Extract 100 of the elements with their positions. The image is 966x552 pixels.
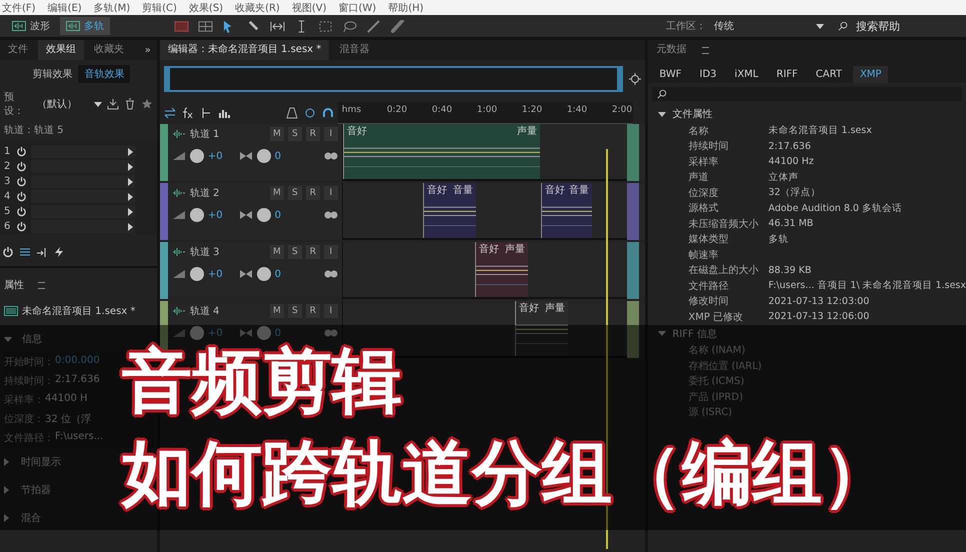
metronome-icon[interactable]: [286, 107, 298, 119]
audio-clip[interactable]: 音好 声量: [342, 124, 540, 179]
power-icon[interactable]: [16, 206, 27, 217]
send-icon[interactable]: [200, 107, 212, 119]
power-icon[interactable]: [16, 191, 27, 202]
time-ruler[interactable]: hms 0:20 0:40 1:00 1:20 1:40 2:00: [338, 102, 634, 124]
track-name[interactable]: 轨道 1: [190, 127, 220, 141]
pan-knob[interactable]: [256, 267, 271, 281]
view-tab[interactable]: 多轨: [60, 17, 110, 35]
audio-clip[interactable]: 音好 音量: [540, 183, 592, 238]
pan-value[interactable]: 0: [274, 268, 281, 280]
marquee-icon[interactable]: [318, 20, 333, 32]
power-icon[interactable]: [16, 146, 27, 157]
routing-icon[interactable]: [36, 246, 48, 258]
disclosure-triangle-icon[interactable]: [658, 112, 666, 116]
grid-icon[interactable]: [198, 20, 213, 32]
volume-value[interactable]: +0: [208, 210, 223, 220]
track-button[interactable]: R: [306, 304, 320, 318]
save-preset-icon[interactable]: [106, 98, 119, 110]
zoom-icon[interactable]: [629, 73, 642, 85]
metadata-value: 2021-07-13 12:03:00: [768, 296, 870, 307]
track-button[interactable]: S: [288, 304, 302, 318]
editor-tab[interactable]: 混音器: [331, 40, 378, 60]
track-button[interactable]: I: [324, 186, 338, 200]
volume-value[interactable]: +0: [208, 150, 223, 162]
property-value: 44100 H: [45, 393, 88, 406]
loop-icon[interactable]: [304, 107, 316, 119]
panel-menu-icon[interactable]: [702, 46, 710, 54]
menu-item[interactable]: 帮助(H): [388, 0, 424, 14]
volume-knob[interactable]: [190, 208, 204, 222]
panel-menu-icon[interactable]: [38, 282, 45, 288]
menu-item[interactable]: 文件(F): [2, 0, 36, 14]
metadata-tab[interactable]: RIFF: [769, 66, 805, 83]
track-name[interactable]: 轨道 3: [190, 245, 220, 259]
track-button[interactable]: S: [288, 127, 302, 141]
swap-arrows-icon[interactable]: [164, 107, 176, 119]
fx-icon[interactable]: [182, 107, 194, 119]
menu-item[interactable]: 编辑(E): [48, 0, 82, 14]
power-icon[interactable]: [16, 161, 27, 172]
track-button[interactable]: I: [324, 304, 338, 318]
track-button[interactable]: I: [324, 127, 338, 141]
power-icon[interactable]: [2, 246, 14, 258]
session-overview-bar[interactable]: [164, 66, 624, 92]
audio-clip[interactable]: 音好 声量: [474, 242, 528, 297]
lasso-icon[interactable]: [342, 20, 357, 32]
effect-tab[interactable]: 音轨效果: [78, 65, 130, 83]
track-button[interactable]: M: [270, 245, 284, 259]
volume-knob[interactable]: [190, 267, 204, 281]
view-tab[interactable]: 波形: [6, 17, 56, 35]
pan-value[interactable]: 0: [274, 150, 281, 162]
effect-tab[interactable]: 剪辑效果: [26, 65, 78, 83]
record-icon[interactable]: [174, 20, 189, 32]
track-button[interactable]: R: [306, 186, 320, 200]
volume-value[interactable]: +0: [208, 268, 223, 280]
track-button[interactable]: M: [270, 186, 284, 200]
editor-tab[interactable]: 编辑器：未命名混音项目 1.sesx *: [160, 40, 330, 60]
pan-value[interactable]: 0: [274, 210, 281, 220]
metadata-tab[interactable]: ID3: [692, 66, 724, 83]
track-button[interactable]: S: [288, 245, 302, 259]
menu-item[interactable]: 收藏夹(R): [235, 0, 280, 14]
metadata-search-field[interactable]: [652, 87, 962, 101]
preset-dropdown[interactable]: （默认）: [36, 97, 102, 111]
volume-icon: [172, 210, 186, 220]
panel-tab[interactable]: 文件: [0, 40, 36, 60]
track-button[interactable]: M: [270, 127, 284, 141]
power-icon[interactable]: [16, 176, 27, 187]
power-icon[interactable]: [16, 221, 27, 232]
track-button[interactable]: R: [306, 127, 320, 141]
audio-clip[interactable]: 音好 声量: [514, 301, 568, 356]
track-button[interactable]: M: [270, 304, 284, 318]
metadata-tab[interactable]: CART: [808, 66, 849, 83]
track-name[interactable]: 轨道 4: [190, 304, 220, 318]
pan-knob[interactable]: [256, 149, 271, 163]
slip-icon[interactable]: [270, 20, 285, 32]
menu-item[interactable]: 多轨(M): [94, 0, 130, 14]
panel-overflow-button[interactable]: »: [144, 44, 157, 56]
lightning-icon[interactable]: [53, 246, 65, 258]
panel-tab[interactable]: 效果组: [38, 40, 84, 60]
menu-item[interactable]: 剪辑(C): [142, 0, 177, 14]
track-button[interactable]: R: [306, 245, 320, 259]
menu-item[interactable]: 效果(S): [188, 0, 224, 14]
audio-clip[interactable]: 音好 音量: [422, 183, 476, 238]
trash-icon[interactable]: [124, 98, 136, 110]
eq-bars-icon[interactable]: [218, 107, 230, 119]
track-button[interactable]: I: [324, 245, 338, 259]
star-icon[interactable]: [140, 98, 153, 110]
menu-item[interactable]: 窗口(W): [338, 0, 376, 14]
menu-item[interactable]: 视图(V): [292, 0, 326, 14]
workspace-dropdown[interactable]: 传统: [710, 19, 828, 33]
track-name[interactable]: 轨道 2: [190, 186, 220, 200]
help-search-field[interactable]: 搜索帮助: [854, 18, 953, 34]
pan-knob[interactable]: [256, 208, 271, 222]
metadata-tab[interactable]: iXML: [728, 66, 766, 83]
metadata-tab[interactable]: BWF: [652, 66, 689, 83]
track-button[interactable]: S: [288, 186, 302, 200]
metadata-tab[interactable]: XMP: [852, 66, 888, 83]
snap-icon[interactable]: [322, 107, 334, 119]
list-icon[interactable]: [19, 246, 31, 258]
panel-tab[interactable]: 收藏夹: [86, 40, 132, 60]
volume-knob[interactable]: [190, 149, 204, 163]
